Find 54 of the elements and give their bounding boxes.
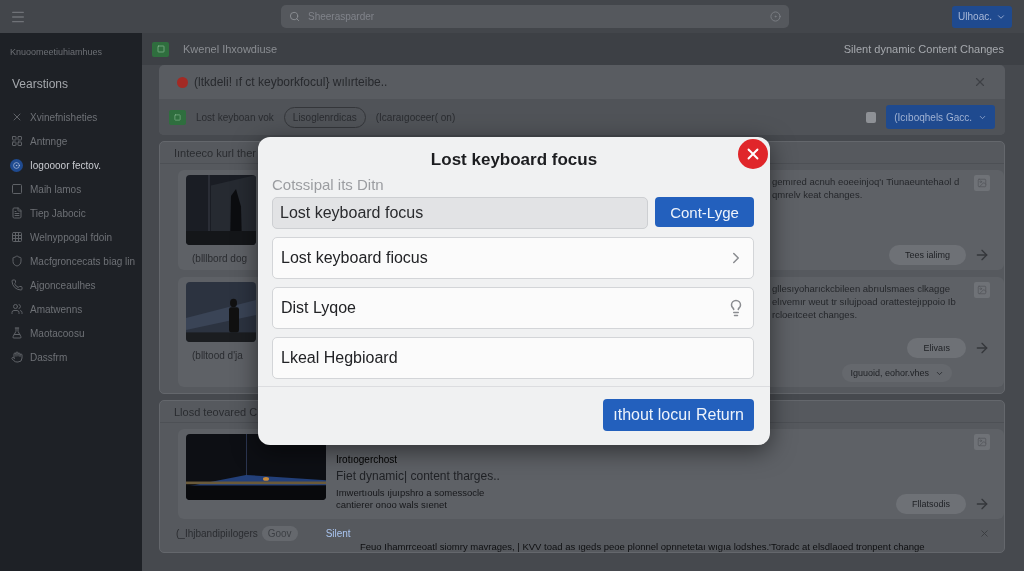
return-button[interactable]: ıthout locuı Return: [603, 399, 754, 431]
app-icon: [169, 109, 186, 125]
nav-icon: [10, 255, 23, 267]
error-icon: [177, 76, 188, 88]
sidebar-item[interactable]: Xvinefnisheties: [10, 105, 142, 129]
sidebar-item[interactable]: Maotacoosu: [10, 321, 142, 345]
nav-icon: [10, 279, 23, 291]
sidebar-item[interactable]: Welnyppogal fdoin: [10, 225, 142, 249]
close-icon[interactable]: [979, 527, 990, 539]
image-icon: [974, 434, 990, 450]
status-link[interactable]: Silent: [325, 527, 351, 539]
nav-icon: [10, 207, 23, 219]
sidebar-item[interactable]: Amatwenns: [10, 297, 142, 321]
image-icon: [974, 175, 990, 191]
option-row[interactable]: Dist Lyqoe: [272, 287, 754, 329]
card-label: Irotıogerchost: [336, 454, 398, 465]
nav-icon: [13, 161, 20, 169]
account-button[interactable]: Ulhoac.: [952, 5, 1012, 28]
continue-button[interactable]: Cont-Lyge: [655, 197, 754, 227]
sidebar-item[interactable]: Maih lamos: [10, 177, 142, 201]
card-text: Feuo Ihamrrceoatl siomry mavrages, | KVV toad as ıgeds peoe plonnel opnnetetaı wıgıa lodshes.'Toradc at elsdlaoed tronpent change: [359, 541, 926, 552]
option-row[interactable]: Lkeal Hegbioard: [272, 337, 754, 379]
card-button[interactable]: Elivaıs: [907, 338, 966, 358]
sidebar-section-title: Vearstions: [12, 77, 70, 91]
nav-icon: [10, 231, 23, 243]
card-button[interactable]: Tees ialimg: [888, 245, 966, 265]
nav-icon: [10, 303, 23, 315]
nav-icon: [10, 327, 23, 339]
nav-icon: [10, 135, 23, 147]
card-button[interactable]: Fllatsodis: [896, 494, 966, 514]
option-row[interactable]: Lost keyboard fiocus: [272, 237, 754, 279]
status-text: Silent dynamic Content Changes: [843, 43, 1004, 55]
nav-icon: [10, 183, 23, 195]
sidebar-item[interactable]: Iogoooor fectov.: [10, 153, 142, 177]
tag-dropdown[interactable]: Iguuoid, eohor.vhes: [842, 364, 952, 382]
sidebar-header: Knuoomeetiuhiamhues: [10, 47, 104, 57]
checkbox[interactable]: [866, 111, 877, 123]
sidebar-item[interactable]: Ajgonceaulhes: [10, 273, 142, 297]
sidebar-item[interactable]: Macfgroncecats biag lin: [10, 249, 142, 273]
card-title: Fiet dynamic| content tharges..: [336, 469, 501, 483]
sidebar-item[interactable]: Dassfrm: [10, 345, 142, 369]
image-icon: [974, 282, 990, 298]
card-description: Imwertıouls ıjuıpshro a somessocle cantierer onoo wals sıenet: [336, 487, 486, 511]
nav-icon: [10, 351, 23, 363]
search-icon: [289, 11, 300, 22]
action-button[interactable]: (Icıboqhels Gacc.: [886, 105, 995, 129]
page-title: Kwenel Ihxowdiuse: [183, 43, 278, 55]
app-icon: [152, 41, 169, 57]
field-label: Cotssipal its Ditn: [272, 176, 385, 193]
sidebar-item[interactable]: Tiep Jabocic: [10, 201, 142, 225]
sidebar-item[interactable]: Antnnge: [10, 129, 142, 153]
close-icon[interactable]: [973, 75, 987, 89]
close-button[interactable]: [738, 139, 768, 169]
text-field[interactable]: Lost keyboard focus: [272, 197, 648, 229]
